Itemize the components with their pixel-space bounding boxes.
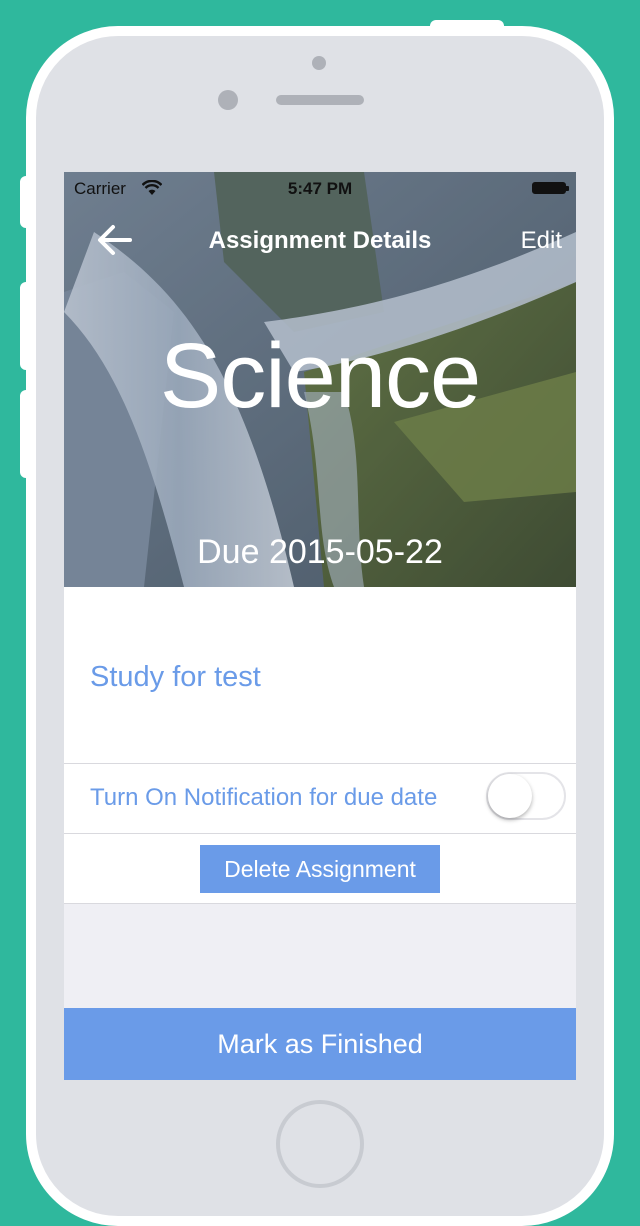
due-date: Due 2015-05-22 <box>197 533 443 571</box>
details-panel: Study for test Turn On Notification for … <box>64 587 576 904</box>
assignment-description: Study for test <box>90 661 261 693</box>
delete-assignment-button[interactable]: Delete Assignment <box>200 845 440 893</box>
toggle-knob <box>488 774 532 818</box>
divider <box>64 763 576 764</box>
sensor-icon <box>218 90 238 110</box>
home-button[interactable] <box>276 1100 364 1188</box>
mark-finished-button[interactable]: Mark as Finished <box>64 1008 576 1080</box>
status-bar: Carrier 5:47 PM <box>64 172 576 206</box>
camera-icon <box>312 56 326 70</box>
edit-button[interactable]: Edit <box>521 227 562 255</box>
divider <box>64 903 576 904</box>
status-time: 5:47 PM <box>287 179 353 198</box>
subject-title: Science <box>159 325 481 427</box>
app-screen: Carrier 5:47 PM Assignment Details Edit … <box>64 172 576 1080</box>
page-title: Assignment Details <box>208 227 432 254</box>
header-image: Carrier 5:47 PM Assignment Details Edit … <box>64 172 576 587</box>
notification-label: Turn On Notification for due date <box>90 784 438 811</box>
battery-icon <box>532 182 569 194</box>
speaker-grille <box>276 95 364 105</box>
divider <box>64 833 576 834</box>
notification-toggle[interactable] <box>486 772 566 820</box>
navigation-bar: Assignment Details Edit <box>64 212 576 266</box>
